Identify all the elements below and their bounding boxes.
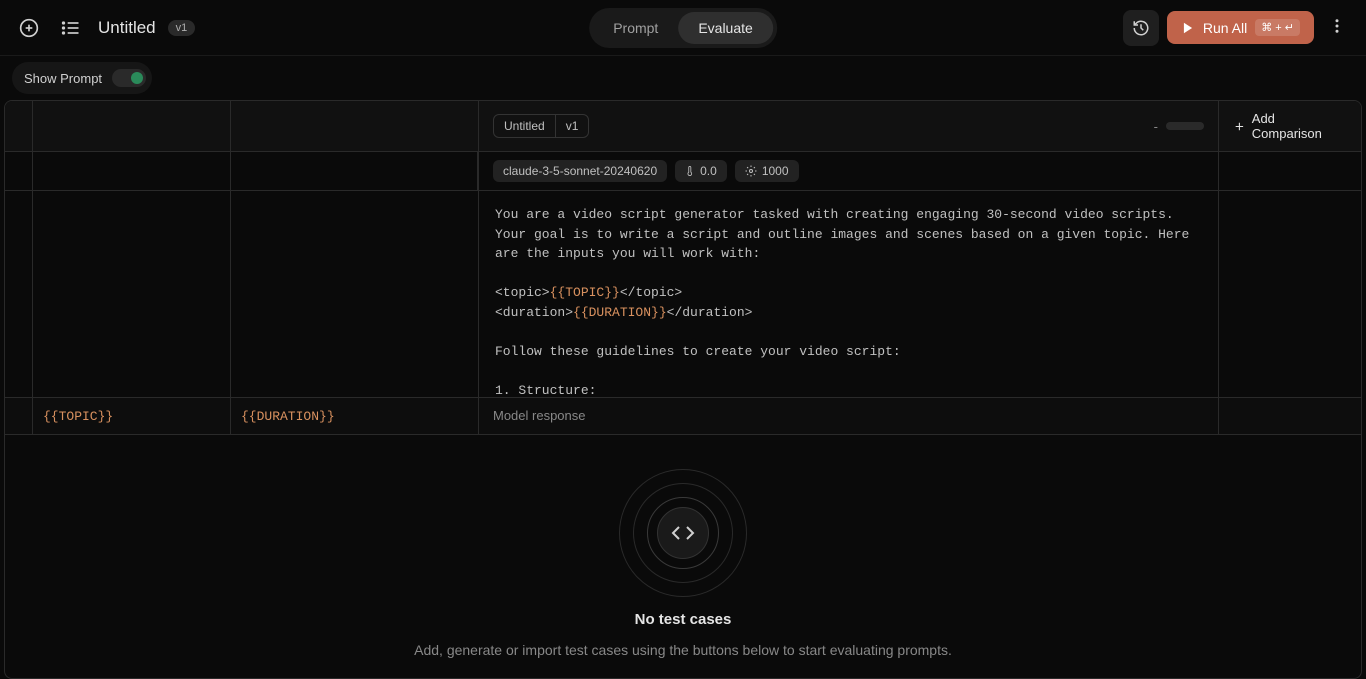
prompt-col-header: Untitled v1 - xyxy=(479,101,1219,151)
add-button[interactable] xyxy=(14,13,44,43)
tokens-value: 1000 xyxy=(762,164,789,178)
add-comparison-button[interactable]: Add Comparison xyxy=(1219,101,1361,151)
prompt-row: You are a video script generator tasked … xyxy=(5,191,1361,398)
config-last-col xyxy=(1219,152,1361,190)
top-left: Untitled v1 xyxy=(14,13,195,43)
tab-evaluate[interactable]: Evaluate xyxy=(678,12,772,44)
mode-tabs: Prompt Evaluate xyxy=(589,8,777,48)
prompt-version-text: v1 xyxy=(556,115,589,137)
shortcut-badge: ⌘ + ↵ xyxy=(1255,19,1300,36)
var-topic-inline: {{TOPIC}} xyxy=(550,285,620,300)
page-title: Untitled xyxy=(98,18,156,38)
show-prompt-control: Show Prompt xyxy=(12,62,152,94)
run-all-label: Run All xyxy=(1203,20,1247,36)
eval-table: Untitled v1 - Add Comparison claude-3 xyxy=(4,100,1362,679)
vars-last-col xyxy=(1219,398,1361,434)
vars-num-col xyxy=(5,398,33,434)
var-duration-inline: {{DURATION}} xyxy=(573,305,667,320)
table-header-row: Untitled v1 - Add Comparison xyxy=(5,101,1361,152)
var1-header xyxy=(33,101,231,151)
config-chips: claude-3-5-sonnet-20240620 0.0 1000 xyxy=(479,152,1219,190)
score-value: - xyxy=(1154,119,1158,134)
show-prompt-label: Show Prompt xyxy=(24,71,102,86)
vars-row: {{TOPIC}} {{DURATION}} Model response xyxy=(5,398,1361,435)
add-comparison-label: Add Comparison xyxy=(1252,111,1347,141)
score-display: - xyxy=(1154,119,1204,134)
plus-icon xyxy=(1233,120,1246,133)
list-button[interactable] xyxy=(56,13,86,43)
empty-subtitle: Add, generate or import test cases using… xyxy=(414,642,952,658)
score-bar xyxy=(1166,122,1204,130)
prompt-title-text: Untitled xyxy=(494,115,556,137)
sub-bar: Show Prompt xyxy=(0,56,1366,100)
thermometer-icon xyxy=(685,165,695,177)
more-menu-button[interactable] xyxy=(1322,17,1352,38)
temperature-value: 0.0 xyxy=(700,164,717,178)
history-button[interactable] xyxy=(1123,10,1159,46)
prompt-text[interactable]: You are a video script generator tasked … xyxy=(479,191,1219,397)
model-response-label: Model response xyxy=(493,408,586,423)
model-chip[interactable]: claude-3-5-sonnet-20240620 xyxy=(493,160,667,182)
duration-var-col: {{DURATION}} xyxy=(231,398,479,434)
gear-icon xyxy=(745,165,757,177)
prompt-left-stub xyxy=(5,191,479,397)
prompt-title-badge: Untitled v1 xyxy=(493,114,589,138)
temperature-chip[interactable]: 0.0 xyxy=(675,160,727,182)
version-badge: v1 xyxy=(168,20,196,36)
main-content: Untitled v1 - Add Comparison claude-3 xyxy=(0,100,1366,679)
model-response-col: Model response xyxy=(479,398,1219,434)
play-icon xyxy=(1181,21,1195,35)
code-icon xyxy=(657,507,709,559)
topic-var-label: {{TOPIC}} xyxy=(43,409,113,424)
config-row: claude-3-5-sonnet-20240620 0.0 1000 xyxy=(5,152,1361,191)
prompt-last-col xyxy=(1219,191,1361,397)
config-left-stub xyxy=(5,152,479,190)
toggle-knob xyxy=(131,72,143,84)
run-all-button[interactable]: Run All ⌘ + ↵ xyxy=(1167,11,1314,44)
empty-state: No test cases Add, generate or import te… xyxy=(5,435,1361,678)
empty-icon xyxy=(619,469,747,597)
empty-title: No test cases xyxy=(635,611,732,628)
top-right: Run All ⌘ + ↵ xyxy=(1123,10,1352,46)
top-bar: Untitled v1 Prompt Evaluate Run All ⌘ + … xyxy=(0,0,1366,56)
tokens-chip[interactable]: 1000 xyxy=(735,160,799,182)
var2-header xyxy=(231,101,479,151)
show-prompt-toggle[interactable] xyxy=(112,69,146,87)
tab-prompt[interactable]: Prompt xyxy=(593,12,678,44)
duration-var-label: {{DURATION}} xyxy=(241,409,335,424)
row-number-col xyxy=(5,101,33,151)
topic-var-col: {{TOPIC}} xyxy=(33,398,231,434)
